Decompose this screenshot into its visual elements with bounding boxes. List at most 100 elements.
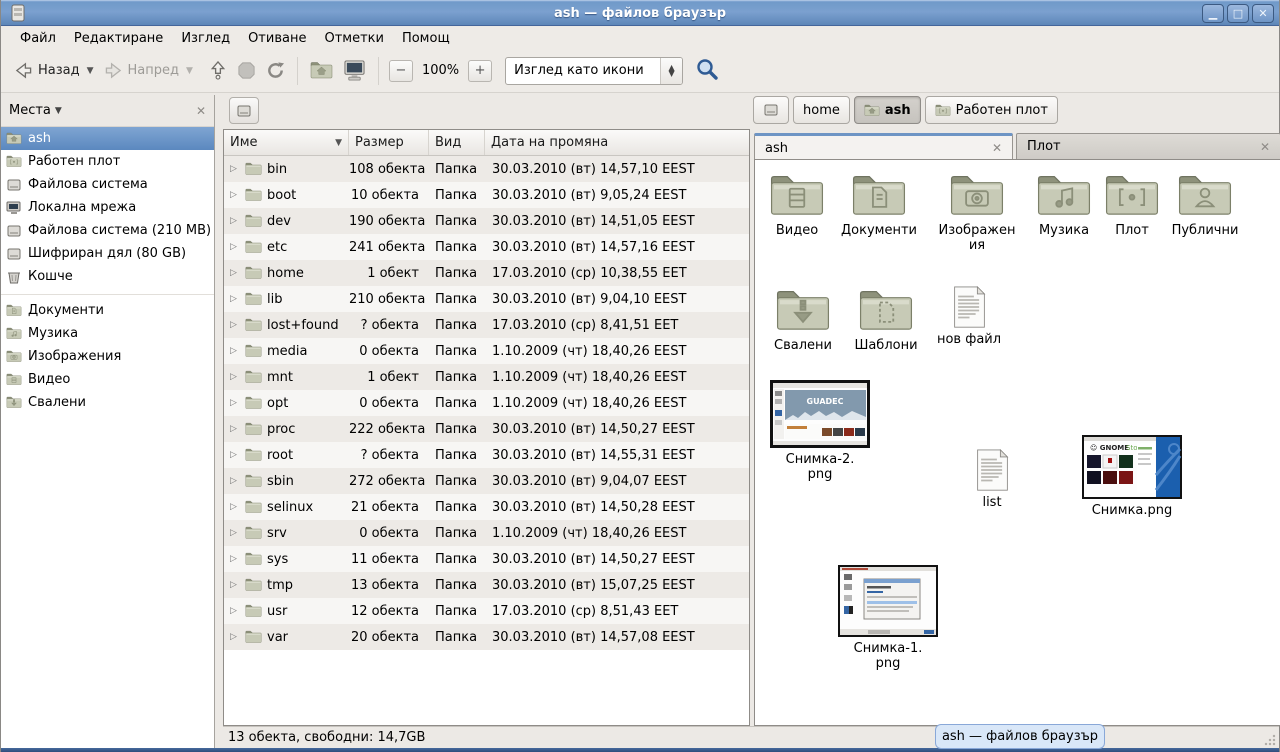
minimize-button[interactable]: ▁ xyxy=(1202,4,1224,23)
tree-row-usr[interactable]: ▷usr12 обектаПапка17.03.2010 (ср) 8,51,4… xyxy=(224,598,749,624)
tree-row-selinux[interactable]: ▷selinux21 обектаПапка30.03.2010 (вт) 14… xyxy=(224,494,749,520)
column-header-date[interactable]: Дата на промяна xyxy=(485,130,749,155)
reload-button[interactable] xyxy=(261,57,290,84)
tree-row-media[interactable]: ▷media0 обектаПапка1.10.2009 (чт) 18,40,… xyxy=(224,338,749,364)
sidebar-item--210-mb-[interactable]: Файлова система (210 MB) xyxy=(1,219,214,242)
filesystem-root-button[interactable] xyxy=(229,97,259,124)
zoom-out-button[interactable]: − xyxy=(389,60,413,82)
file-item-шаблони[interactable]: Шаблони xyxy=(840,288,932,353)
path-button-home[interactable]: home xyxy=(793,96,850,124)
expander-icon[interactable]: ▷ xyxy=(230,216,240,226)
icon-view[interactable]: ВидеоДокументиИзображенияМузикаПлотПубли… xyxy=(754,159,1280,726)
tree-row-etc[interactable]: ▷etc241 обектаПапка30.03.2010 (вт) 14,57… xyxy=(224,234,749,260)
expander-icon[interactable]: ▷ xyxy=(230,242,240,252)
path-button-работен-плот[interactable]: Работен плот xyxy=(925,96,1058,124)
home-button[interactable] xyxy=(305,57,338,84)
expander-icon[interactable]: ▷ xyxy=(230,190,240,200)
expander-icon[interactable]: ▷ xyxy=(230,346,240,356)
tab-плот[interactable]: Плот✕ xyxy=(1016,133,1280,160)
tree-row-srv[interactable]: ▷srv0 обектаПапка1.10.2009 (чт) 18,40,26… xyxy=(224,520,749,546)
path-button-ash[interactable]: ash xyxy=(854,96,921,124)
maximize-button[interactable]: □ xyxy=(1227,4,1249,23)
sidebar-item--[interactable]: Кошче xyxy=(1,265,214,288)
expander-icon[interactable]: ▷ xyxy=(230,164,240,174)
expander-icon[interactable]: ▷ xyxy=(230,320,240,330)
menu-help[interactable]: Помощ xyxy=(393,29,459,48)
tree-row-mnt[interactable]: ▷mnt1 обектПапка1.10.2009 (чт) 18,40,26 … xyxy=(224,364,749,390)
stop-button[interactable] xyxy=(232,57,261,84)
sidebar-item--[interactable]: Свалени xyxy=(1,391,214,414)
tree-row-home[interactable]: ▷home1 обектПапка17.03.2010 (ср) 10,38,5… xyxy=(224,260,749,286)
tab-close-icon[interactable]: ✕ xyxy=(992,141,1002,155)
view-mode-select[interactable]: Изглед като икони ▲▼ xyxy=(505,57,683,85)
expander-icon[interactable]: ▷ xyxy=(230,268,240,278)
tab-ash[interactable]: ash✕ xyxy=(754,133,1013,160)
menu-edit[interactable]: Редактиране xyxy=(65,29,172,48)
file-item-изображения[interactable]: Изображения xyxy=(931,173,1023,253)
column-header-size[interactable]: Размер xyxy=(349,130,429,155)
file-item-публични[interactable]: Публични xyxy=(1159,173,1251,238)
tree-row-lost+found[interactable]: ▷lost+found? обектаПапка17.03.2010 (ср) … xyxy=(224,312,749,338)
combo-spinner-icon[interactable]: ▲▼ xyxy=(660,58,682,84)
file-item-документи[interactable]: Документи xyxy=(833,173,925,238)
expander-icon[interactable]: ▷ xyxy=(230,372,240,382)
menu-view[interactable]: Изглед xyxy=(172,29,239,48)
up-button[interactable] xyxy=(204,57,232,84)
tree-row-bin[interactable]: ▷bin108 обектаПапка30.03.2010 (вт) 14,57… xyxy=(224,156,749,182)
pane-splitter[interactable] xyxy=(215,95,223,726)
file-item-снимка.png[interactable]: ☺ GNOMEStoreСнимка.png xyxy=(1077,435,1187,518)
taskbar-window-button[interactable]: ash — файлов браузър xyxy=(935,724,1105,749)
sidebar-title[interactable]: Места xyxy=(9,103,51,118)
column-header-name[interactable]: Име▼ xyxy=(224,130,349,155)
resize-grip[interactable] xyxy=(1264,734,1276,746)
sidebar-item-ash[interactable]: ash xyxy=(1,127,214,150)
tree-row-var[interactable]: ▷var20 обектаПапка30.03.2010 (вт) 14,57,… xyxy=(224,624,749,650)
expander-icon[interactable]: ▷ xyxy=(230,294,240,304)
close-button[interactable]: ✕ xyxy=(1252,4,1274,23)
column-header-kind[interactable]: Вид xyxy=(429,130,485,155)
expander-icon[interactable]: ▷ xyxy=(230,580,240,590)
search-button[interactable] xyxy=(695,57,719,85)
sidebar-item--[interactable]: Локална мрежа xyxy=(1,196,214,219)
zoom-in-button[interactable]: + xyxy=(468,60,492,82)
sidebar-item--80-gb-[interactable]: Шифриран дял (80 GB) xyxy=(1,242,214,265)
titlebar[interactable]: ash — файлов браузър ▁ □ ✕ xyxy=(1,0,1279,26)
sidebar-close-icon[interactable]: ✕ xyxy=(196,104,206,118)
tree-row-root[interactable]: ▷root? обектаПапка30.03.2010 (вт) 14,55,… xyxy=(224,442,749,468)
expander-icon[interactable]: ▷ xyxy=(230,398,240,408)
tree-row-sbin[interactable]: ▷sbin272 обектаПапка30.03.2010 (вт) 9,04… xyxy=(224,468,749,494)
expander-icon[interactable]: ▷ xyxy=(230,554,240,564)
path-button-root[interactable] xyxy=(753,96,789,124)
expander-icon[interactable]: ▷ xyxy=(230,476,240,486)
back-dropdown-icon[interactable]: ▼ xyxy=(87,66,94,76)
file-item-видео[interactable]: Видео xyxy=(754,173,843,238)
expander-icon[interactable]: ▷ xyxy=(230,424,240,434)
expander-icon[interactable]: ▷ xyxy=(230,502,240,512)
sidebar-item--[interactable]: Файлова система xyxy=(1,173,214,196)
menu-go[interactable]: Отиване xyxy=(239,29,315,48)
tab-close-icon[interactable]: ✕ xyxy=(1260,140,1270,154)
sidebar-item--[interactable]: Изображения xyxy=(1,345,214,368)
file-item-нов-файл[interactable]: нов файл xyxy=(923,286,1015,347)
expander-icon[interactable]: ▷ xyxy=(230,632,240,642)
sidebar-mode-dropdown-icon[interactable]: ▼ xyxy=(55,106,62,116)
sidebar-item--[interactable]: Музика xyxy=(1,322,214,345)
menu-bookmarks[interactable]: Отметки xyxy=(315,29,392,48)
expander-icon[interactable]: ▷ xyxy=(230,528,240,538)
menu-file[interactable]: Файл xyxy=(11,29,65,48)
file-item-list[interactable]: list xyxy=(946,449,1038,510)
forward-dropdown-icon[interactable]: ▼ xyxy=(186,66,193,76)
file-item-снимка-2.png[interactable]: GUADECСнимка-2.png xyxy=(765,380,875,482)
tree-row-dev[interactable]: ▷dev190 обектаПапка30.03.2010 (вт) 14,51… xyxy=(224,208,749,234)
sidebar-item--[interactable]: Видео xyxy=(1,368,214,391)
computer-button[interactable] xyxy=(338,56,371,85)
file-item-снимка-1.png[interactable]: Снимка-1.png xyxy=(833,565,943,671)
expander-icon[interactable]: ▷ xyxy=(230,606,240,616)
tree-row-tmp[interactable]: ▷tmp13 обектаПапка30.03.2010 (вт) 15,07,… xyxy=(224,572,749,598)
tree-row-opt[interactable]: ▷opt0 обектаПапка1.10.2009 (чт) 18,40,26… xyxy=(224,390,749,416)
back-button[interactable]: Назад ▼ xyxy=(9,58,99,83)
tree-row-lib[interactable]: ▷lib210 обектаПапка30.03.2010 (вт) 9,04,… xyxy=(224,286,749,312)
tree-row-proc[interactable]: ▷proc222 обектаПапка30.03.2010 (вт) 14,5… xyxy=(224,416,749,442)
file-item-свалени[interactable]: Свалени xyxy=(757,288,849,353)
forward-button[interactable]: Напред ▼ xyxy=(99,58,198,83)
